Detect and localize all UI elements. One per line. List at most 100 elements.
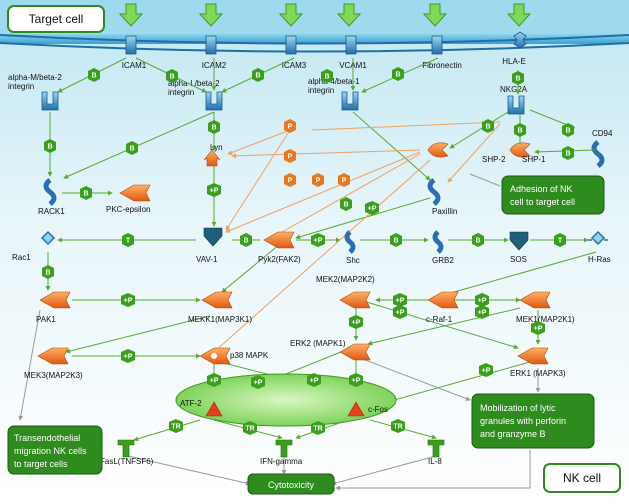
svg-text:Mobilization of lytic: Mobilization of lytic: [480, 403, 556, 413]
svg-text:B: B: [255, 73, 260, 80]
node-p38: p38 MAPK: [230, 351, 269, 360]
svg-text:TR: TR: [313, 426, 322, 433]
svg-text:+P: +P: [396, 310, 405, 317]
node-paxillin: Paxillin: [432, 207, 457, 216]
svg-text:P: P: [288, 124, 293, 131]
svg-text:B: B: [485, 124, 490, 131]
node-alpha-4: alpha-4/beta-1: [308, 77, 360, 86]
svg-text:B: B: [393, 238, 398, 245]
svg-text:B: B: [565, 128, 570, 135]
svg-text:B: B: [395, 72, 400, 79]
svg-text:B: B: [45, 270, 50, 277]
svg-text:+P: +P: [478, 298, 487, 305]
svg-text:TR: TR: [393, 424, 402, 431]
svg-text:B: B: [47, 144, 52, 151]
svg-text:B: B: [565, 151, 570, 158]
svg-text:to target cells: to target cells: [14, 459, 68, 469]
svg-text:+P: +P: [210, 188, 219, 195]
node-il8: IL-8: [428, 457, 442, 466]
svg-text:+P: +P: [534, 326, 543, 333]
node-hras: H-Ras: [588, 255, 611, 264]
node-ifng: IFN-gamma: [260, 457, 303, 466]
svg-text:B: B: [243, 238, 248, 245]
node-shp1: SHP-1: [522, 155, 546, 164]
svg-text:B: B: [475, 238, 480, 245]
svg-text:P: P: [288, 178, 293, 185]
p38-dot: [211, 353, 217, 359]
svg-text:T: T: [126, 238, 131, 245]
node-alpha-m: alpha-M/beta-2: [8, 73, 62, 82]
node-pkc: PKC-epsilon: [106, 205, 150, 214]
diagram-canvas: Target cell ICAM1 ICAM2 ICAM3 VCAM1 Fibr…: [0, 0, 629, 504]
node-pak1: PAK1: [36, 315, 56, 324]
svg-text:+P: +P: [124, 354, 133, 361]
svg-text:+P: +P: [396, 298, 405, 305]
node-nkg2a: NKG2A: [500, 85, 528, 94]
node-alpha-m-integrin: integrin: [8, 82, 34, 91]
node-shp2: SHP-2: [482, 155, 506, 164]
node-atf2: ATF-2: [180, 399, 202, 408]
node-hla-e: HLA-E: [502, 57, 526, 66]
svg-text:Cytotoxicity: Cytotoxicity: [268, 480, 315, 490]
svg-text:P: P: [316, 178, 321, 185]
svg-text:B: B: [91, 73, 96, 80]
svg-text:cell to target cell: cell to target cell: [510, 197, 575, 207]
svg-text:B: B: [343, 202, 348, 209]
svg-text:P: P: [342, 178, 347, 185]
process-adhesion: Adhesion of NK cell to target cell: [501, 175, 605, 215]
svg-text:Transendothelial: Transendothelial: [14, 433, 80, 443]
svg-text:+P: +P: [352, 320, 361, 327]
target-cell-label: Target cell: [29, 12, 84, 26]
node-erk2: ERK2 (MAPK1): [290, 339, 346, 348]
svg-text:+P: +P: [482, 368, 491, 375]
svg-text:B: B: [515, 76, 520, 83]
svg-text:and granzyme B: and granzyme B: [480, 429, 546, 439]
svg-text:TR: TR: [171, 424, 180, 431]
node-mekk1: MEKK1(MAP3K1): [188, 315, 252, 324]
node-rack1: RACK1: [38, 207, 65, 216]
svg-text:B: B: [129, 146, 134, 153]
svg-text:migration NK cells: migration NK cells: [14, 446, 87, 456]
svg-text:T: T: [558, 238, 563, 245]
node-alpha-l-integrin: integrin: [168, 88, 194, 97]
node-shc: Shc: [346, 256, 360, 265]
svg-text:+P: +P: [310, 378, 319, 385]
node-icam1: ICAM1: [122, 61, 147, 70]
process-cytotoxicity: Cytotoxicity: [247, 473, 335, 495]
svg-text:+P: +P: [368, 206, 377, 213]
svg-text:granules with perforin: granules with perforin: [480, 416, 566, 426]
svg-text:B: B: [517, 128, 522, 135]
node-pyk2: Pyk2(FAK2): [258, 255, 301, 264]
node-mek1: MEK1(MAP2K1): [516, 315, 575, 324]
svg-text:+P: +P: [352, 378, 361, 385]
svg-text:B: B: [324, 74, 329, 81]
node-mek2: MEK2(MAP2K2): [316, 275, 375, 284]
svg-text:Adhesion of NK: Adhesion of NK: [510, 184, 573, 194]
node-sos: SOS: [510, 255, 527, 264]
node-rac1: Rac1: [12, 253, 31, 262]
node-cd94: CD94: [592, 129, 613, 138]
svg-text:P: P: [288, 154, 293, 161]
node-alpha-4-integrin: integrin: [308, 86, 334, 95]
svg-text:B: B: [83, 191, 88, 198]
node-fasl: FasL(TNFSF6): [100, 457, 154, 466]
node-grb2: GRB2: [432, 256, 454, 265]
svg-text:+P: +P: [210, 378, 219, 385]
svg-text:B: B: [169, 74, 174, 81]
node-craf: c-Raf-1: [426, 315, 453, 324]
node-erk1: ERK1 (MAPK3): [510, 369, 566, 378]
pathway-diagram: Target cell ICAM1 ICAM2 ICAM3 VCAM1 Fibr…: [0, 0, 629, 504]
node-cfos: c-Fos: [368, 405, 388, 414]
svg-text:B: B: [211, 125, 216, 132]
process-transendothelial: Transendothelial migration NK cells to t…: [7, 425, 103, 475]
svg-text:+P: +P: [124, 298, 133, 305]
node-vav1: VAV-1: [196, 255, 218, 264]
node-mek3: MEK3(MAP2K3): [24, 371, 83, 380]
svg-text:+P: +P: [478, 310, 487, 317]
process-mobilization: Mobilization of lytic granules with perf…: [471, 393, 595, 449]
node-lyn: Lyn: [210, 143, 223, 152]
nk-cell-label: NK cell: [563, 471, 601, 485]
svg-text:TR: TR: [245, 426, 254, 433]
svg-text:+P: +P: [314, 238, 323, 245]
svg-text:+P: +P: [254, 380, 263, 387]
